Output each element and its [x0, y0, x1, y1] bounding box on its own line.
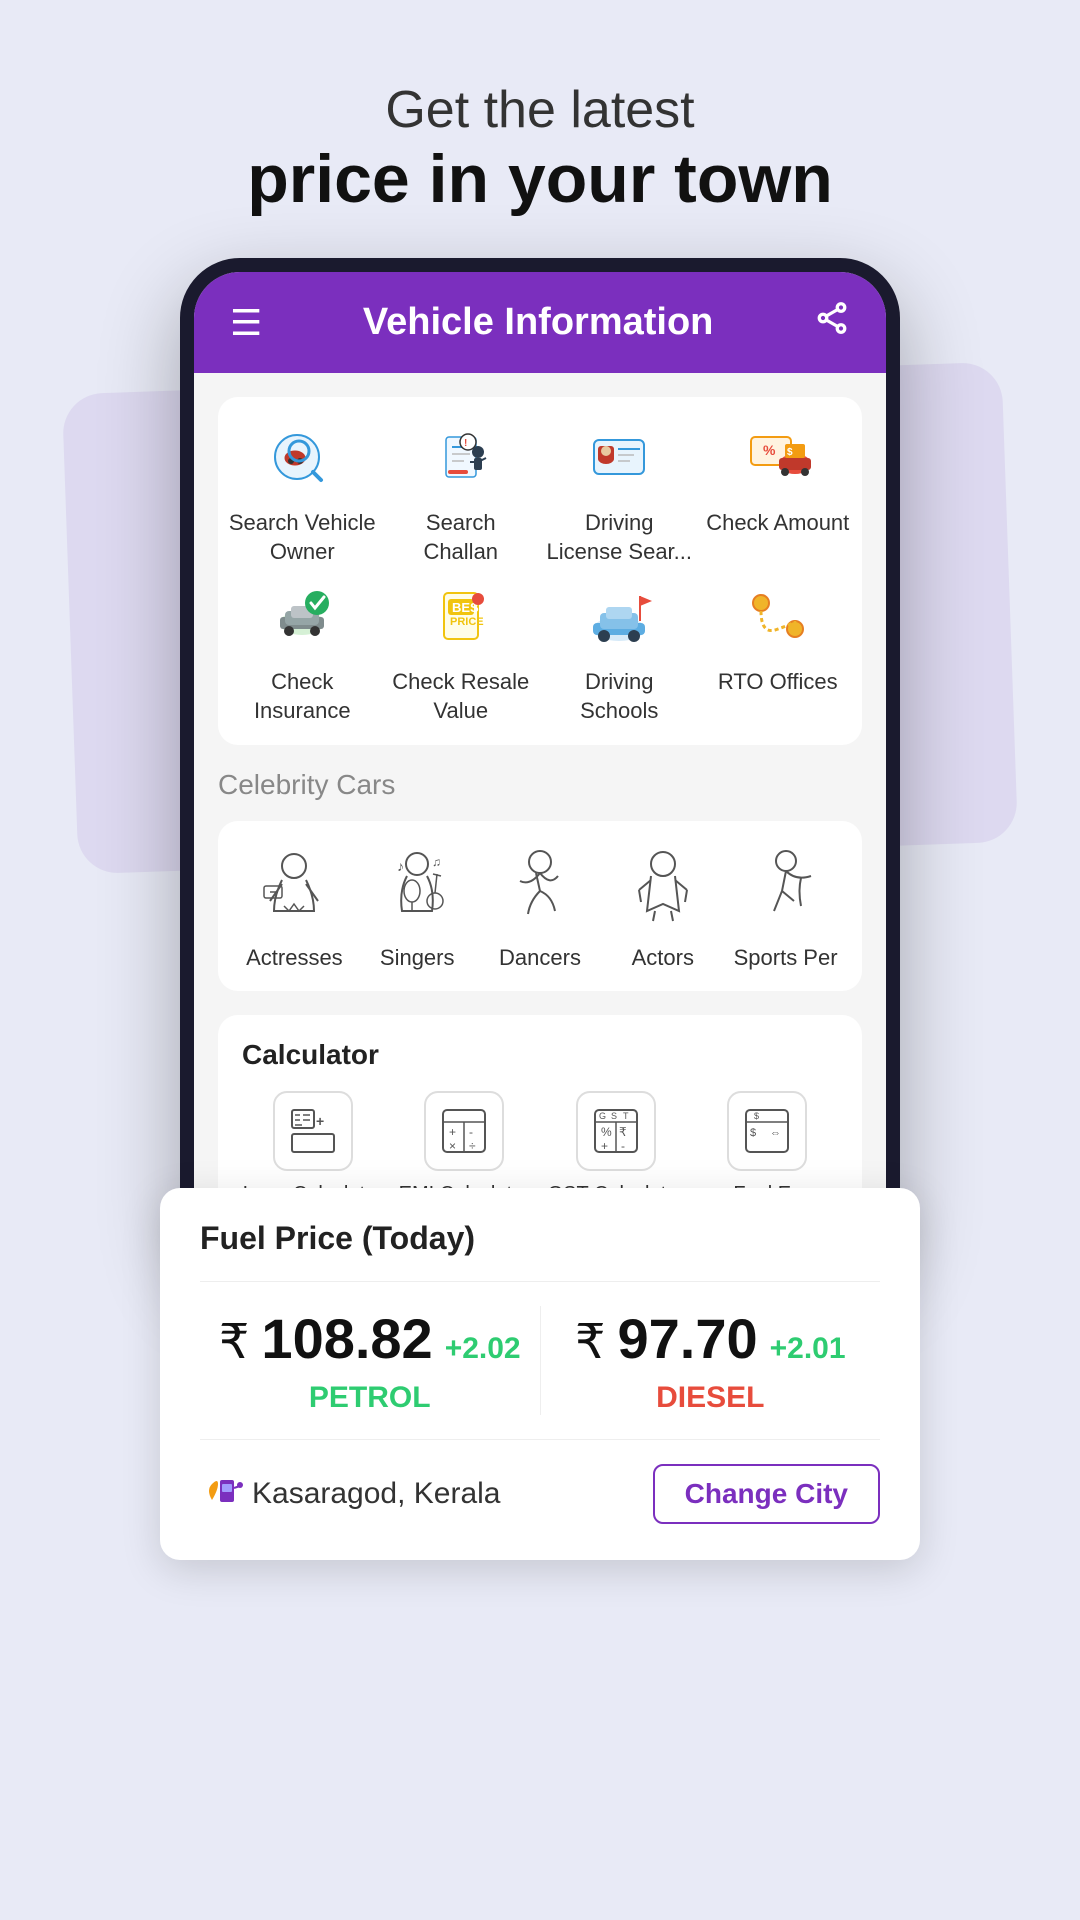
app-title: Vehicle Information: [363, 301, 714, 344]
sports-label: Sports Per: [734, 945, 838, 971]
svg-text:♫: ♫: [432, 855, 441, 869]
svg-text:!: !: [464, 438, 467, 449]
svg-text:×: ×: [449, 1139, 456, 1153]
city-name: Kasaragod, Kerala: [252, 1477, 501, 1511]
diesel-column: ₹ 97.70 +2.01 DIESEL: [541, 1306, 881, 1415]
grid-item-check-amount[interactable]: % $ Check Amount: [704, 417, 853, 566]
grid-item-resale-value[interactable]: BEST PRICE Check Resale Value: [387, 576, 536, 725]
petrol-change: +2.02: [445, 1332, 521, 1366]
fuel-pin-icon: [200, 1470, 240, 1519]
svg-text:÷: ÷: [469, 1139, 476, 1153]
petrol-rupee: ₹: [219, 1314, 250, 1370]
svg-text:$: $: [787, 447, 793, 458]
singer-label: Singers: [380, 945, 455, 971]
phone-with-card: ☰ Vehicle Information: [130, 258, 950, 1560]
grid-section: Search Vehicle Owner !: [194, 373, 886, 745]
search-vehicle-label: Search Vehicle Owner: [228, 509, 377, 566]
celebrity-item-singer[interactable]: ♪ ♫ Singers: [361, 841, 474, 971]
resale-value-icon: BEST PRICE: [421, 576, 501, 656]
actress-icon: [249, 841, 339, 931]
celebrity-item-sports[interactable]: Sports Per: [729, 841, 842, 971]
search-challan-label: Search Challan: [387, 509, 536, 566]
rto-offices-label: RTO Offices: [718, 668, 838, 697]
loan-calculator-icon: +: [273, 1091, 353, 1171]
grid-item-search-vehicle[interactable]: Search Vehicle Owner: [228, 417, 377, 566]
celebrity-item-actor[interactable]: Actors: [606, 841, 719, 971]
celebrity-card: Actresses: [218, 821, 862, 991]
svg-text:$: $: [754, 1111, 759, 1121]
svg-text:$: $: [750, 1127, 756, 1139]
svg-text:+: +: [316, 1113, 324, 1129]
actress-label: Actresses: [246, 945, 343, 971]
grid-item-rto-offices[interactable]: RTO Offices: [704, 576, 853, 725]
rto-offices-icon: [738, 576, 818, 656]
svg-text:+: +: [449, 1125, 456, 1139]
change-city-button[interactable]: Change City: [653, 1464, 880, 1524]
actor-label: Actors: [632, 945, 694, 971]
svg-text:%: %: [601, 1125, 612, 1139]
hero-section: Get the latest price in your town: [247, 80, 833, 218]
driving-license-label: Driving License Sear...: [545, 509, 694, 566]
fuel-card: Fuel Price (Today) ₹ 108.82 +2.02 PETROL…: [160, 1188, 920, 1560]
svg-text:+: +: [601, 1139, 608, 1153]
gst-calculator-icon: G S T % ₹ + -: [576, 1091, 656, 1171]
sports-icon: [741, 841, 831, 931]
grid-card: Search Vehicle Owner !: [218, 397, 862, 745]
petrol-column: ₹ 108.82 +2.02 PETROL: [200, 1306, 541, 1415]
city-info: Kasaragod, Kerala: [200, 1470, 501, 1519]
check-insurance-icon: [262, 576, 342, 656]
svg-text:₹: ₹: [619, 1125, 627, 1139]
grid-item-search-challan[interactable]: ! Search Challan: [387, 417, 536, 566]
check-insurance-label: Check Insurance: [228, 668, 377, 725]
diesel-change: +2.01: [770, 1332, 846, 1366]
resale-value-label: Check Resale Value: [387, 668, 536, 725]
hero-title: price in your town: [247, 140, 833, 218]
svg-text:%: %: [763, 442, 776, 458]
fuel-footer: Kasaragod, Kerala Change City: [200, 1464, 880, 1524]
diesel-amount: 97.70: [617, 1306, 757, 1371]
fuel-prices: ₹ 108.82 +2.02 PETROL ₹ 97.70 +2.01 DIES…: [200, 1281, 880, 1440]
celebrity-item-actress[interactable]: Actresses: [238, 841, 351, 971]
svg-text:⇔: ⇔: [770, 1127, 781, 1139]
celebrity-title: Celebrity Cars: [218, 769, 862, 801]
share-icon[interactable]: [814, 300, 850, 345]
search-vehicle-icon: [262, 417, 342, 497]
svg-text:G: G: [599, 1111, 606, 1121]
check-amount-icon: % $: [738, 417, 818, 497]
svg-text:♪: ♪: [397, 858, 404, 874]
svg-text:-: -: [621, 1139, 625, 1153]
celebrity-section: Celebrity Cars: [194, 745, 886, 1015]
driving-license-icon: [579, 417, 659, 497]
phone-content: Search Vehicle Owner !: [194, 373, 886, 1254]
calculator-title: Calculator: [242, 1039, 838, 1071]
svg-text:T: T: [623, 1111, 629, 1121]
check-amount-label: Check Amount: [706, 509, 849, 538]
fuel-card-title: Fuel Price (Today): [200, 1220, 880, 1257]
emi-calculator-icon: + - × ÷: [424, 1091, 504, 1171]
app-header: ☰ Vehicle Information: [194, 272, 886, 373]
svg-text:S: S: [611, 1111, 617, 1121]
grid-item-driving-schools[interactable]: Driving Schools: [545, 576, 694, 725]
dancer-icon: [495, 841, 585, 931]
petrol-label: PETROL: [309, 1381, 431, 1415]
diesel-rupee: ₹: [575, 1314, 606, 1370]
svg-text:-: -: [469, 1125, 473, 1139]
petrol-amount: 108.82: [261, 1306, 432, 1371]
hamburger-icon[interactable]: ☰: [230, 302, 262, 344]
grid-item-driving-license[interactable]: Driving License Sear...: [545, 417, 694, 566]
dancer-label: Dancers: [499, 945, 581, 971]
driving-schools-icon: [579, 576, 659, 656]
grid-item-check-insurance[interactable]: Check Insurance: [228, 576, 377, 725]
hero-subtitle: Get the latest: [247, 80, 833, 140]
svg-text:PRICE: PRICE: [450, 616, 484, 628]
phone-frame: ☰ Vehicle Information: [180, 258, 900, 1268]
celebrity-item-dancer[interactable]: Dancers: [484, 841, 597, 971]
search-challan-icon: !: [421, 417, 501, 497]
diesel-label: DIESEL: [656, 1381, 764, 1415]
singer-icon: ♪ ♫: [372, 841, 462, 931]
fuel-calculator-icon: $ $ ⇔: [727, 1091, 807, 1171]
actor-icon: [618, 841, 708, 931]
driving-schools-label: Driving Schools: [545, 668, 694, 725]
